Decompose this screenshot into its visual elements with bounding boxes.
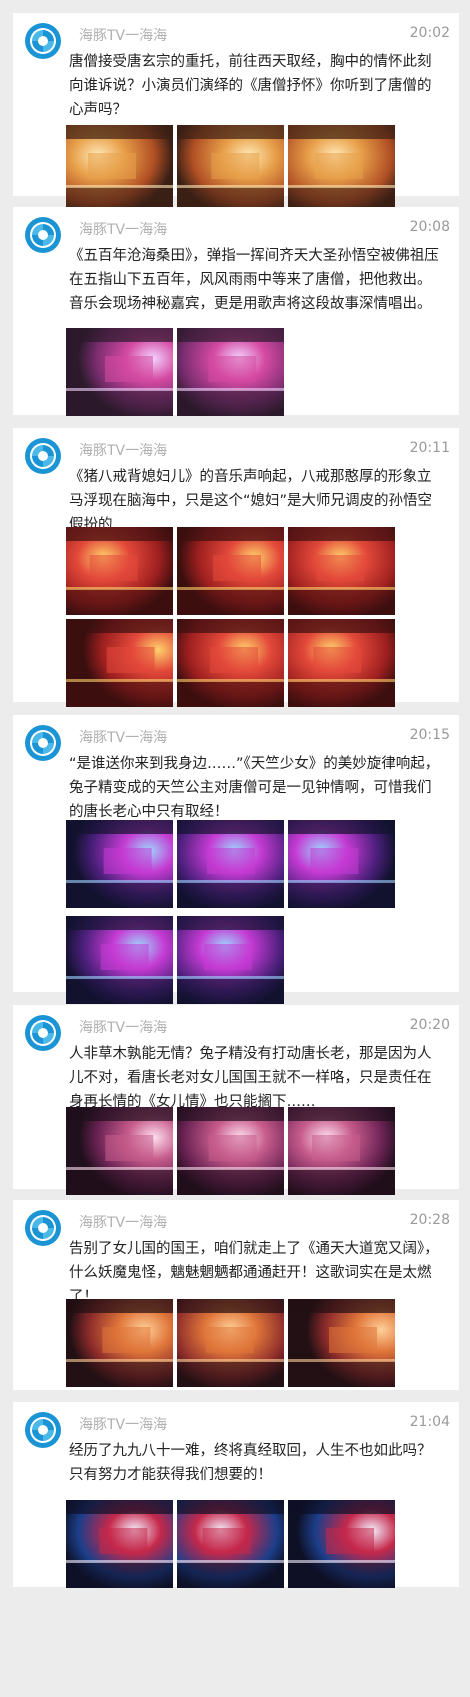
author-name[interactable]: 海豚TV一海海: [79, 1017, 167, 1037]
avatar[interactable]: [24, 1014, 62, 1052]
avatar[interactable]: [24, 22, 62, 60]
stage-photo[interactable]: [177, 820, 284, 908]
stage-photo[interactable]: [288, 1107, 395, 1195]
stage-photo[interactable]: [177, 619, 284, 707]
avatar[interactable]: [24, 1209, 62, 1247]
post-time: 21:04: [409, 1414, 450, 1430]
avatar[interactable]: [24, 437, 62, 475]
post-time: 20:15: [409, 727, 450, 743]
post-card[interactable]: 海豚TV一海海 20:15 “是谁送你来到我身边……”《天竺少女》的美妙旋律响起，兔…: [13, 715, 459, 1004]
post-text: “是谁送你来到我身边……”《天竺少女》的美妙旋律响起，兔子精变成的天竺公主对唐僧…: [69, 756, 440, 820]
post-text: 《五百年沧海桑田》，弹指一挥间齐天大圣孙悟空被佛祖压在五指山下五百年，风风雨雨中…: [69, 248, 439, 312]
moments-feed: 海豚TV一海海 20:02 唐僧接受唐玄宗的重托，前往西天取经，胸中的情怀此刻向谁诉…: [0, 0, 470, 1697]
stage-photo[interactable]: [177, 125, 284, 213]
post-card[interactable]: 海豚TV一海海 21:04 经历了九九八十一难，终将真经取回，人生不也如此吗？只有努…: [13, 1402, 459, 1588]
post-time: 20:20: [409, 1017, 450, 1033]
stage-photo[interactable]: [66, 1500, 173, 1588]
author-name[interactable]: 海豚TV一海海: [79, 1212, 167, 1232]
post-text: 人非草木孰能无情？兔子精没有打动唐长老，那是因为人儿不对，看唐长老对女儿国国王就…: [69, 1046, 432, 1110]
stage-photo[interactable]: [66, 820, 173, 908]
stage-photo[interactable]: [177, 328, 284, 416]
stage-photo[interactable]: [66, 125, 173, 213]
post-card[interactable]: 海豚TV一海海 20:28 告别了女儿国的国王，咱们就走上了《通天大道宽又阔》，什么…: [13, 1200, 459, 1390]
post-card[interactable]: 海豚TV一海海 20:20 人非草木孰能无情？兔子精没有打动唐长老，那是因为人儿不对…: [13, 1005, 459, 1195]
avatar[interactable]: [24, 724, 62, 762]
author-name[interactable]: 海豚TV一海海: [79, 440, 167, 460]
stage-photo[interactable]: [66, 1107, 173, 1195]
avatar[interactable]: [24, 216, 62, 254]
stage-photo[interactable]: [177, 527, 284, 615]
post-card[interactable]: 海豚TV一海海 20:11 《猪八戒背媳妇儿》的音乐声响起，八戒那憨厚的形象立马浮现…: [13, 428, 459, 707]
post-card[interactable]: 海豚TV一海海 20:08 《五百年沧海桑田》，弹指一挥间齐天大圣孙悟空被佛祖压在五…: [13, 207, 459, 416]
stage-photo[interactable]: [177, 1500, 284, 1588]
stage-photo[interactable]: [288, 820, 395, 908]
stage-photo[interactable]: [288, 125, 395, 213]
post-text: 经历了九九八十一难，终将真经取回，人生不也如此吗？只有努力才能获得我们想要的！: [69, 1443, 432, 1483]
avatar[interactable]: [24, 1411, 62, 1449]
author-name[interactable]: 海豚TV一海海: [79, 1414, 167, 1434]
author-name[interactable]: 海豚TV一海海: [79, 219, 167, 239]
post-card[interactable]: 海豚TV一海海 20:02 唐僧接受唐玄宗的重托，前往西天取经，胸中的情怀此刻向谁诉…: [13, 13, 459, 213]
post-time: 20:02: [409, 25, 450, 41]
stage-photo[interactable]: [288, 527, 395, 615]
post-text: 唐僧接受唐玄宗的重托，前往西天取经，胸中的情怀此刻向谁诉说？小演员们演绎的《唐僧…: [69, 54, 432, 118]
stage-photo[interactable]: [177, 1107, 284, 1195]
stage-photo[interactable]: [288, 619, 395, 707]
stage-photo[interactable]: [66, 916, 173, 1004]
stage-photo[interactable]: [66, 619, 173, 707]
stage-photo[interactable]: [288, 1500, 395, 1588]
author-name[interactable]: 海豚TV一海海: [79, 727, 167, 747]
stage-photo[interactable]: [177, 916, 284, 1004]
stage-photo[interactable]: [66, 1299, 173, 1387]
stage-photo[interactable]: [177, 1299, 284, 1387]
stage-photo[interactable]: [66, 328, 173, 416]
stage-photo[interactable]: [288, 1299, 395, 1387]
post-time: 20:28: [409, 1212, 450, 1228]
post-time: 20:08: [409, 219, 450, 235]
author-name[interactable]: 海豚TV一海海: [79, 25, 167, 45]
post-time: 20:11: [409, 440, 450, 456]
stage-photo[interactable]: [66, 527, 173, 615]
